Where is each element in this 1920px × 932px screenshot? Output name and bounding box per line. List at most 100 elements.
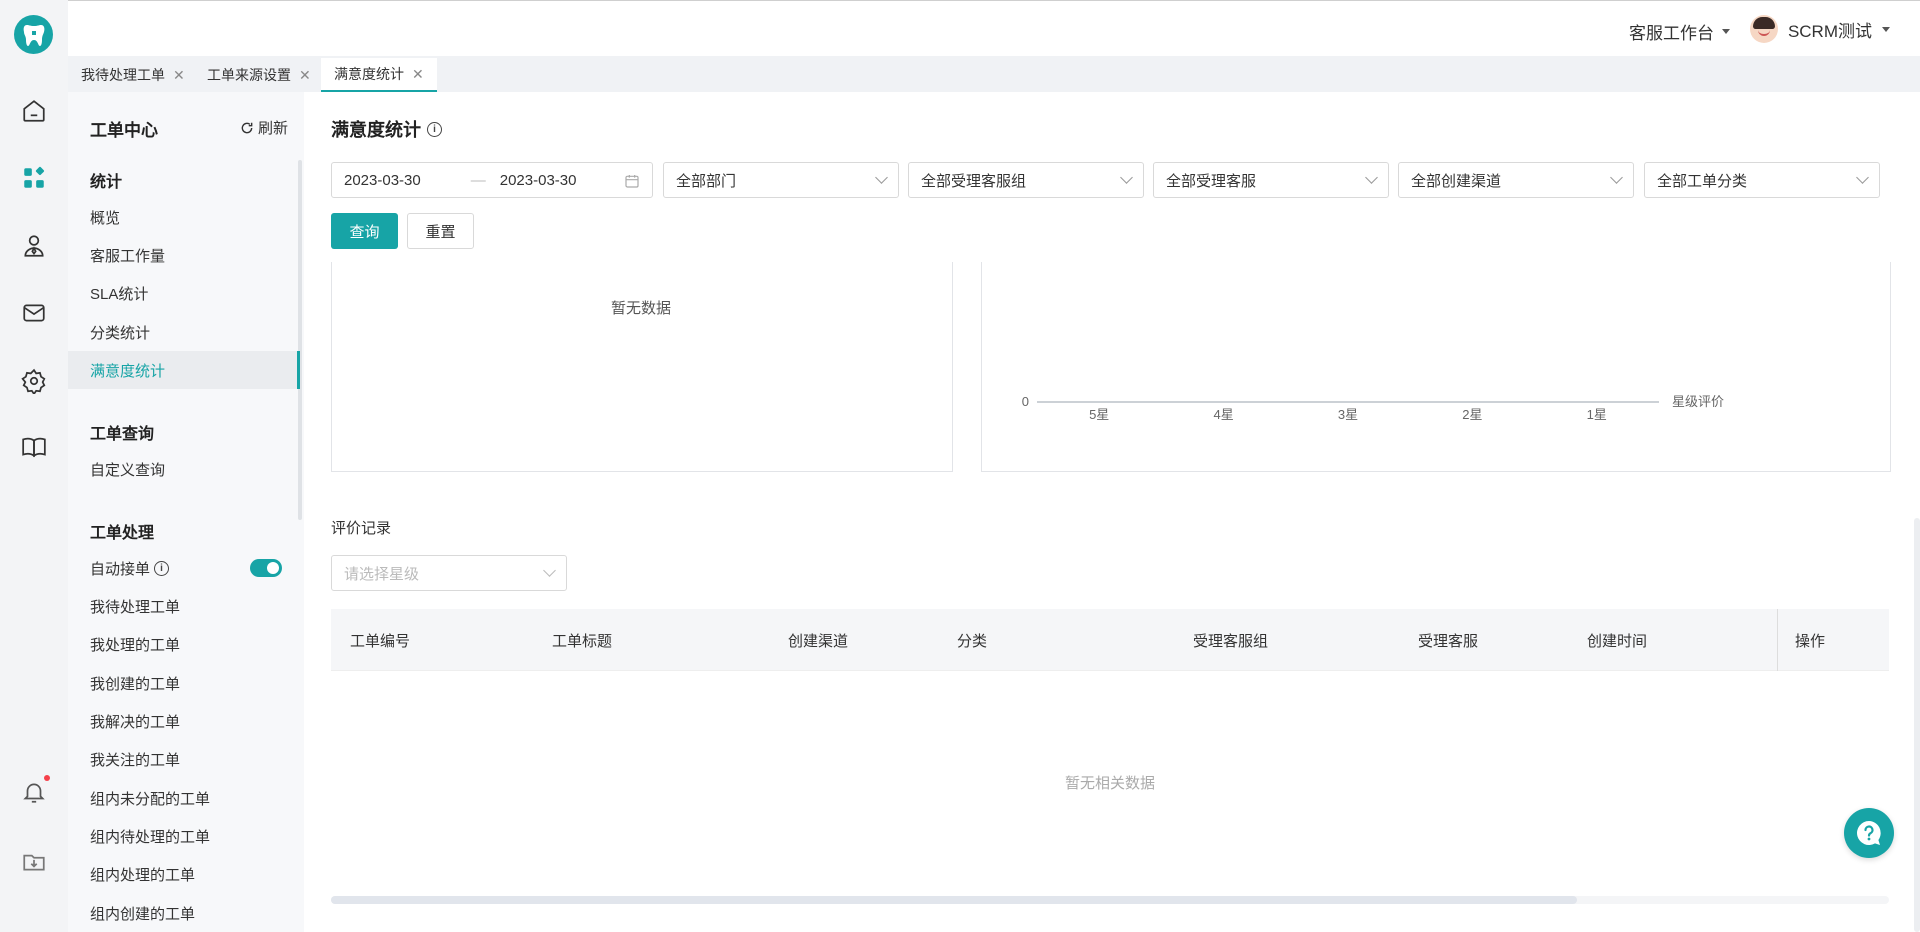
- channel-value: 全部创建渠道: [1411, 172, 1502, 190]
- page-title-text: 满意度统计: [331, 120, 421, 140]
- query-button[interactable]: 查询: [331, 213, 398, 249]
- chevron-down-icon: [543, 564, 556, 577]
- records-title: 评价记录: [331, 520, 392, 537]
- service-group-value: 全部受理客服组: [921, 172, 1027, 190]
- left-chart-empty: 暂无数据: [611, 300, 672, 317]
- menu-scrollbar[interactable]: [298, 160, 302, 520]
- close-icon[interactable]: ✕: [299, 67, 311, 84]
- icon-rail: [0, 0, 68, 932]
- scrollbar-thumb[interactable]: [331, 896, 1577, 904]
- x-tick-label: 5星: [1089, 407, 1109, 422]
- col-ticket-title: 工单标题: [552, 633, 613, 650]
- left-chart-panel: 暂无数据: [331, 262, 953, 472]
- channel-select[interactable]: 全部创建渠道: [1398, 162, 1634, 198]
- col-created-time: 创建时间: [1587, 633, 1648, 650]
- home-icon[interactable]: [20, 97, 48, 125]
- menu-item-auto-accept[interactable]: 自动接单 i: [90, 558, 170, 579]
- menu-item-my-created[interactable]: 我创建的工单: [90, 673, 180, 694]
- category-select[interactable]: 全部工单分类: [1644, 162, 1880, 198]
- star-rating-chart-svg: 0 5星 4星 3星 2星 1星 星级评价: [1022, 394, 1724, 422]
- caret-down-icon: [1722, 29, 1730, 34]
- col-actions: 操作: [1795, 633, 1826, 650]
- tab-source-settings[interactable]: 工单来源设置 ✕: [194, 58, 324, 92]
- x-tick-label: 4星: [1213, 407, 1233, 422]
- table-empty: 暂无相关数据: [1064, 775, 1155, 792]
- menu-item-workload[interactable]: 客服工作量: [90, 245, 165, 266]
- date-end: 2023-03-30: [499, 171, 577, 189]
- date-range-picker[interactable]: 2023-03-30 — 2023-03-30: [331, 162, 653, 198]
- agent-select[interactable]: 全部受理客服: [1153, 162, 1389, 198]
- menu-group-processing: 工单处理: [90, 525, 155, 542]
- tooth-logo-icon[interactable]: [14, 15, 53, 54]
- star-level-select[interactable]: 请选择星级: [331, 555, 567, 591]
- caret-down-icon: [1882, 26, 1890, 32]
- tab-label: 满意度统计: [334, 66, 404, 82]
- close-icon[interactable]: ✕: [173, 67, 185, 84]
- calendar-icon: [625, 175, 639, 188]
- reset-button[interactable]: 重置: [407, 213, 474, 249]
- user-menu[interactable]: SCRM测试: [1749, 15, 1890, 43]
- help-button[interactable]: [1844, 808, 1894, 858]
- star-level-placeholder: 请选择星级: [344, 565, 420, 583]
- settings-icon[interactable]: [20, 367, 48, 395]
- menu-item-group-created[interactable]: 组内创建的工单: [90, 903, 195, 924]
- menu-item-my-resolved[interactable]: 我解决的工单: [90, 711, 180, 732]
- menu-item-my-followed[interactable]: 我关注的工单: [90, 749, 180, 770]
- x-tick-label: 1星: [1587, 407, 1607, 422]
- menu-item-group-handled[interactable]: 组内处理的工单: [90, 864, 195, 885]
- auto-accept-toggle[interactable]: [250, 559, 282, 577]
- tab-bar: 我待处理工单 ✕ 工单来源设置 ✕ 满意度统计 ✕: [68, 56, 1920, 92]
- col-service-group: 受理客服组: [1193, 633, 1269, 650]
- vertical-scrollbar[interactable]: [1914, 518, 1920, 932]
- workspace-label: 客服工作台: [1629, 24, 1714, 43]
- y-tick-label: 0: [1022, 394, 1029, 409]
- col-ticket-no: 工单编号: [350, 633, 411, 650]
- customer-icon[interactable]: [20, 232, 48, 260]
- menu-item-group-pending[interactable]: 组内待处理的工单: [90, 826, 210, 847]
- side-menu: 工单中心 刷新 统计 概览 客服工作量 SLA统计 分类统计 满意度统计 工单查…: [68, 92, 304, 932]
- menu-item-satisfaction[interactable]: 满意度统计: [90, 360, 165, 381]
- menu-item-custom-query[interactable]: 自定义查询: [90, 459, 165, 480]
- mail-icon[interactable]: [20, 299, 48, 327]
- tab-my-pending[interactable]: 我待处理工单 ✕: [68, 58, 198, 92]
- date-start: 2023-03-30: [344, 171, 421, 189]
- close-icon[interactable]: ✕: [412, 66, 424, 83]
- menu-item-group-unassigned[interactable]: 组内未分配的工单: [90, 788, 210, 809]
- refresh-icon: [241, 122, 253, 133]
- refresh-label: 刷新: [257, 120, 288, 137]
- col-channel: 创建渠道: [788, 633, 849, 650]
- horizontal-scrollbar[interactable]: [331, 896, 1889, 904]
- tab-label: 我待处理工单: [81, 67, 165, 83]
- auto-accept-label: 自动接单: [90, 561, 151, 578]
- chevron-down-icon: [1856, 171, 1869, 184]
- x-tick-label: 2星: [1462, 407, 1482, 422]
- info-icon[interactable]: i: [427, 121, 442, 137]
- department-select[interactable]: 全部部门: [663, 162, 899, 198]
- workspace-switcher[interactable]: 客服工作台: [1629, 19, 1730, 44]
- avatar: [1749, 15, 1778, 43]
- bell-icon[interactable]: [20, 778, 48, 806]
- menu-group-query: 工单查询: [90, 426, 155, 443]
- menu-item-overview[interactable]: 概览: [90, 207, 120, 228]
- menu-item-my-handled[interactable]: 我处理的工单: [90, 634, 180, 655]
- tab-label: 工单来源设置: [207, 67, 291, 83]
- refresh-button[interactable]: 刷新: [240, 117, 288, 138]
- service-group-select[interactable]: 全部受理客服组: [908, 162, 1144, 198]
- chevron-down-icon: [1120, 171, 1133, 184]
- main-content: 满意度统计 i 2023-03-30 — 2023-03-30 全部部门 全部受…: [304, 92, 1920, 932]
- page-title: 满意度统计 i: [331, 116, 442, 142]
- user-name: SCRM测试: [1787, 21, 1872, 41]
- col-category: 分类: [957, 633, 988, 650]
- download-icon[interactable]: [20, 847, 48, 875]
- chevron-down-icon: [875, 171, 888, 184]
- table-header: 工单编号 工单标题 创建渠道 分类 受理客服组 受理客服 创建时间 操作: [331, 609, 1889, 671]
- tab-satisfaction[interactable]: 满意度统计 ✕: [321, 58, 437, 92]
- top-bar: 客服工作台 SCRM测试: [68, 0, 1920, 56]
- column-divider: [1777, 609, 1778, 671]
- book-icon[interactable]: [20, 433, 48, 461]
- menu-item-sla[interactable]: SLA统计: [90, 283, 148, 304]
- menu-item-category-stats[interactable]: 分类统计: [90, 322, 150, 343]
- apps-icon[interactable]: [20, 164, 48, 192]
- menu-item-my-pending[interactable]: 我待处理工单: [90, 596, 180, 617]
- category-value: 全部工单分类: [1657, 172, 1748, 190]
